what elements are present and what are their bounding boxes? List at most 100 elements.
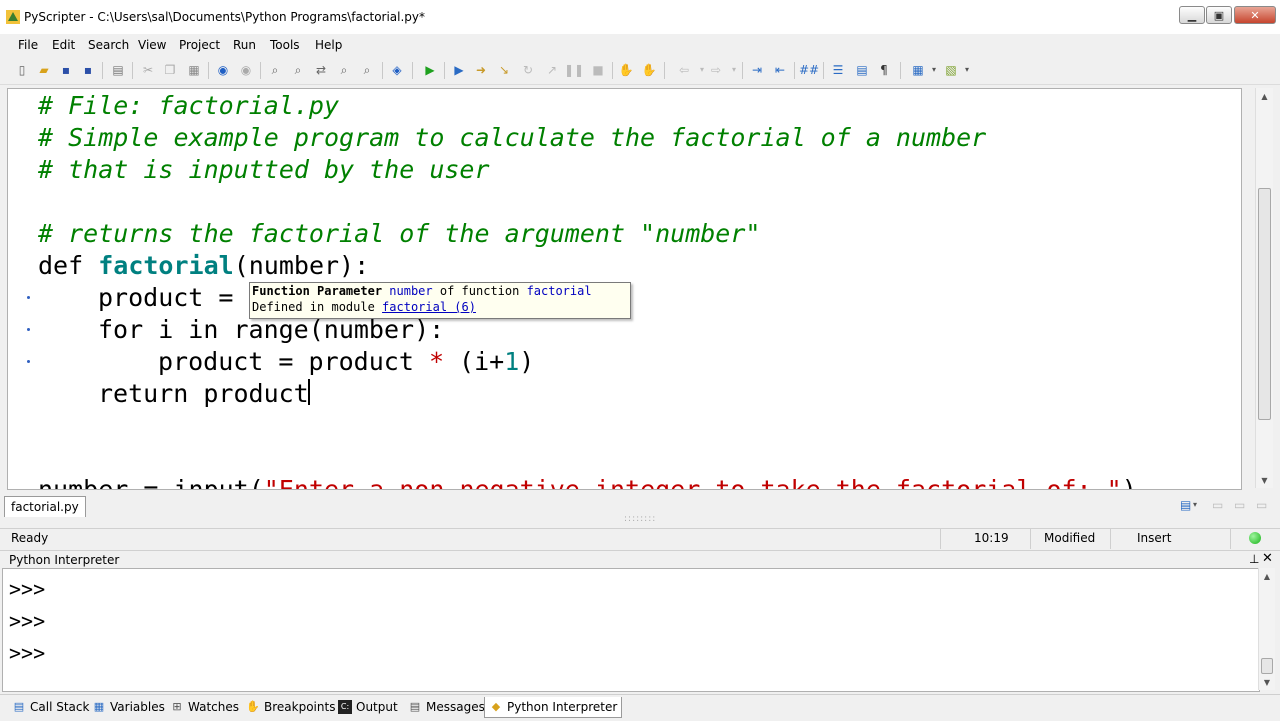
- tab-list-icon[interactable]: ▤: [1180, 498, 1191, 512]
- menu-search[interactable]: Search: [88, 38, 129, 52]
- indent-icon[interactable]: ⇥: [749, 62, 765, 78]
- tab-messages[interactable]: ▤ Messages: [404, 697, 489, 717]
- pin-icon[interactable]: ⊥: [1249, 552, 1259, 566]
- options-icon[interactable]: ▧: [943, 62, 959, 78]
- scroll-down-icon[interactable]: ▼: [1259, 674, 1275, 690]
- tab-variables[interactable]: ▦ Variables: [88, 697, 169, 717]
- abort-icon[interactable]: ■: [590, 62, 606, 78]
- back-icon[interactable]: ⇦: [676, 62, 692, 78]
- menu-bar: File Edit Search View Project Run Tools …: [0, 36, 1280, 56]
- copy-icon[interactable]: ❐: [162, 62, 178, 78]
- toggle-breakpoint-icon[interactable]: ✋: [618, 62, 634, 78]
- tab-list-dropdown-icon[interactable]: ▾: [1193, 500, 1197, 509]
- options-dropdown-icon[interactable]: ▾: [959, 62, 975, 78]
- find-in-files-icon[interactable]: ⌕: [336, 62, 352, 78]
- replace-icon[interactable]: ⇄: [313, 62, 329, 78]
- status-insert-mode: Insert: [1137, 531, 1172, 545]
- pause-icon[interactable]: ❚❚: [564, 62, 584, 78]
- interpreter-scrollbar[interactable]: ▲ ▼: [1258, 568, 1275, 690]
- minimize-button[interactable]: ▁: [1179, 6, 1205, 24]
- output-icon: C:: [338, 700, 352, 714]
- status-cursor-position: 10:19: [974, 531, 1009, 545]
- text-caret: [308, 379, 310, 405]
- forward-dropdown-icon[interactable]: ▾: [726, 62, 742, 78]
- save-icon[interactable]: ▪: [58, 62, 74, 78]
- tab-next-icon[interactable]: ▭: [1234, 498, 1245, 512]
- menu-help[interactable]: Help: [315, 38, 342, 52]
- tooltip-definition-link[interactable]: factorial (6): [382, 300, 476, 314]
- interpreter-prompt: >>>: [9, 609, 46, 633]
- variables-icon: ▦: [93, 700, 105, 713]
- step-out-icon[interactable]: ↗: [544, 62, 560, 78]
- window-title: PyScripter - C:\Users\sal\Documents\Pyth…: [24, 10, 426, 24]
- show-special-chars-icon[interactable]: ¶: [876, 62, 892, 78]
- tab-python-interpreter[interactable]: ◆ Python Interpreter: [484, 697, 623, 718]
- menu-project[interactable]: Project: [179, 38, 220, 52]
- tab-watches[interactable]: ⊞ Watches: [166, 697, 243, 717]
- goto-icon[interactable]: ⌕: [359, 62, 375, 78]
- forward-icon[interactable]: ⇨: [708, 62, 724, 78]
- dedent-icon[interactable]: ⇤: [772, 62, 788, 78]
- undo-icon[interactable]: ◉: [215, 62, 231, 78]
- tab-prev-icon[interactable]: ▭: [1212, 498, 1223, 512]
- new-file-icon[interactable]: ▯: [14, 62, 30, 78]
- maximize-button[interactable]: ▣: [1206, 6, 1232, 24]
- menu-file[interactable]: File: [18, 38, 38, 52]
- python-interpreter-console[interactable]: >>> >>> >>>: [2, 568, 1260, 692]
- layout-dropdown-icon[interactable]: ▾: [926, 62, 942, 78]
- debug-icon[interactable]: ▶: [451, 62, 467, 78]
- save-all-icon[interactable]: ▪: [80, 62, 96, 78]
- interpreter-scroll-thumb[interactable]: [1261, 658, 1273, 674]
- tooltip-line-1: Function Parameter number of function fa…: [252, 284, 592, 298]
- file-tab-factorial[interactable]: factorial.py: [4, 496, 86, 517]
- word-wrap-icon[interactable]: ▤: [854, 62, 870, 78]
- watches-icon: ⊞: [172, 700, 182, 713]
- cut-icon[interactable]: ✂: [140, 62, 156, 78]
- tab-close-icon[interactable]: ▭: [1256, 498, 1267, 512]
- find-icon[interactable]: ⌕: [267, 62, 283, 78]
- close-icon: ✕: [1250, 8, 1260, 22]
- layout-icon[interactable]: ▦: [910, 62, 926, 78]
- paste-icon[interactable]: ▦: [186, 62, 202, 78]
- comment-icon[interactable]: ##: [799, 62, 819, 78]
- redo-icon[interactable]: ◉: [238, 62, 254, 78]
- python-interpreter-icon: ◆: [491, 700, 501, 713]
- gutter-marker: [27, 296, 30, 299]
- tab-breakpoints[interactable]: ✋ Breakpoints: [242, 697, 339, 717]
- tab-output[interactable]: C: Output: [334, 697, 402, 717]
- line-numbers-icon[interactable]: ☰: [830, 62, 846, 78]
- syntax-check-icon[interactable]: ◈: [389, 62, 405, 78]
- scroll-down-icon[interactable]: ▼: [1256, 472, 1273, 488]
- menu-tools[interactable]: Tools: [270, 38, 300, 52]
- menu-edit[interactable]: Edit: [52, 38, 75, 52]
- run-to-cursor-icon[interactable]: ➜: [473, 62, 489, 78]
- code-line-13: number = input("Enter a non-negative int…: [38, 475, 1137, 490]
- close-button[interactable]: ✕: [1234, 6, 1276, 24]
- find-next-icon[interactable]: ⌕: [290, 62, 306, 78]
- splitter-grip[interactable]: ::::::::: [624, 514, 656, 524]
- print-icon[interactable]: ▤: [110, 62, 126, 78]
- interpreter-panel-title: Python Interpreter: [9, 553, 120, 567]
- clear-breakpoints-icon[interactable]: ✋: [641, 62, 657, 78]
- run-icon[interactable]: ▶: [422, 62, 438, 78]
- messages-icon: ▤: [409, 700, 421, 713]
- status-indicator-icon: [1249, 532, 1261, 544]
- scroll-up-icon[interactable]: ▲: [1256, 88, 1273, 104]
- panel-close-icon[interactable]: ✕: [1262, 551, 1273, 566]
- editor-scroll-thumb[interactable]: [1258, 188, 1271, 420]
- interpreter-prompt: >>>: [9, 641, 46, 665]
- tab-call-stack[interactable]: ▤ Call Stack: [8, 697, 93, 717]
- step-over-icon[interactable]: ↻: [520, 62, 536, 78]
- code-line-9: product = product * (i+1): [158, 347, 535, 376]
- editor-scrollbar[interactable]: ▲ ▼: [1255, 88, 1273, 488]
- menu-view[interactable]: View: [138, 38, 166, 52]
- step-into-icon[interactable]: ↘: [496, 62, 512, 78]
- status-bar: Ready 10:19 Modified Insert: [0, 528, 1280, 549]
- scroll-up-icon[interactable]: ▲: [1259, 568, 1275, 584]
- code-line-3: # that is inputted by the user: [38, 155, 490, 184]
- breakpoints-icon: ✋: [246, 700, 260, 713]
- menu-run[interactable]: Run: [233, 38, 256, 52]
- parameter-tooltip: Function Parameter number of function fa…: [249, 282, 631, 319]
- open-folder-icon[interactable]: ▰: [36, 62, 52, 78]
- interpreter-panel-header: Python Interpreter ⊥ ✕: [0, 550, 1280, 569]
